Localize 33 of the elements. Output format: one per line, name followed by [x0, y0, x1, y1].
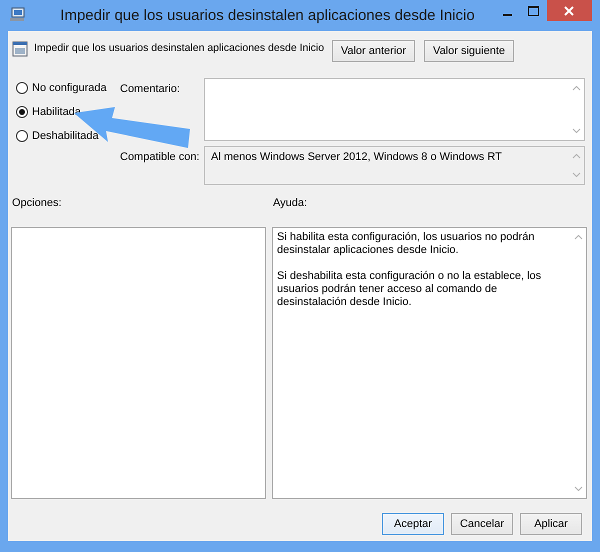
compatible-value: Al menos Windows Server 2012, Windows 8 o Windows RT — [211, 151, 502, 163]
nav-button[interactable]: Valor anterior — [332, 40, 416, 62]
comment-field[interactable] — [204, 78, 585, 141]
scroll-down-icon — [572, 172, 581, 178]
close-button[interactable] — [546, 0, 592, 21]
dialog-button[interactable]: Cancelar — [451, 513, 513, 535]
computer-icon — [9, 6, 25, 22]
scroll-up-icon — [572, 153, 581, 159]
radio-button[interactable] — [16, 130, 28, 142]
help-text: Si habilita esta configuración, los usuarios no podrán desinstalar aplicaciones desde Inicio. — [277, 231, 536, 257]
help-label: Ayuda: — [273, 197, 308, 209]
policy-name: Impedir que los usuarios desinstalen aplicaciones desde Inicio — [34, 42, 324, 54]
nav-button[interactable]: Valor siguiente — [424, 40, 514, 62]
compatible-label: Compatible con: — [120, 150, 200, 163]
scroll-up-icon — [572, 85, 581, 91]
comment-label: Comentario: — [120, 82, 180, 95]
radio-option[interactable]: No configurada — [16, 81, 120, 95]
close-icon — [564, 6, 574, 16]
help-text: Si deshabilita esta configuración o no la establece, los usuarios podrán tener acceso al comando de desinstalación desde Inicio. — [277, 270, 542, 309]
scroll-up-icon — [574, 234, 583, 240]
radio-button[interactable] — [16, 106, 28, 118]
policy-icon — [12, 41, 28, 57]
window-title: Impedir que los usuarios desinstalen aplicaciones desde Inicio — [60, 7, 475, 24]
options-label: Opciones: — [12, 197, 63, 209]
radio-option[interactable]: Habilitada — [16, 105, 120, 119]
dialog-button[interactable]: Aplicar — [520, 513, 582, 535]
radio-option[interactable]: Deshabilitada — [16, 129, 120, 143]
scroll-down-icon — [572, 128, 581, 134]
dialog-button[interactable]: Aceptar — [382, 513, 444, 535]
minimize-icon — [503, 14, 512, 16]
radio-button[interactable] — [16, 82, 28, 94]
scroll-down-icon — [574, 486, 583, 492]
maximize-icon — [528, 6, 540, 16]
